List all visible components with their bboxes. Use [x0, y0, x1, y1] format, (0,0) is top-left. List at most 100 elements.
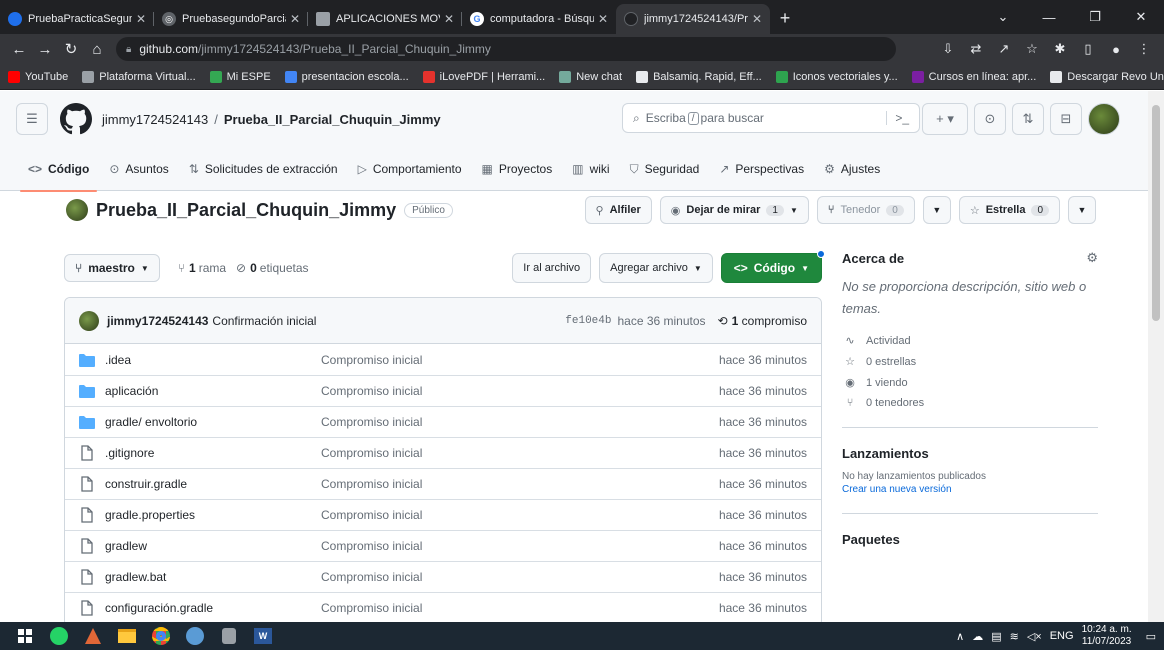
- minimize-button[interactable]: —: [1026, 10, 1072, 25]
- database-icon[interactable]: [212, 622, 246, 650]
- file-name[interactable]: gradle.properties: [105, 508, 321, 522]
- table-row[interactable]: aplicación Compromiso inicial hace 36 minu…: [65, 375, 821, 406]
- back-button[interactable]: ←: [6, 41, 32, 58]
- create-new-button[interactable]: + ▾: [922, 103, 968, 135]
- hamburger-menu-button[interactable]: ☰: [16, 103, 48, 135]
- tab-código[interactable]: <> Código: [20, 147, 98, 192]
- add-file-button[interactable]: Agregar archivo ▼: [599, 253, 713, 283]
- tab-seguridad[interactable]: ⛉ Seguridad: [622, 147, 708, 191]
- table-row[interactable]: gradlew Compromiso inicial hace 36 minutos: [65, 530, 821, 561]
- profile-avatar-icon[interactable]: ●: [1108, 42, 1124, 57]
- fork-dropdown-button[interactable]: ▼: [922, 196, 951, 224]
- branches-link[interactable]: ⑂ 1 rama: [178, 261, 226, 275]
- notifications-icon[interactable]: ▭: [1146, 630, 1156, 643]
- tags-link[interactable]: ⊘ 0 etiquetas: [236, 261, 308, 275]
- install-icon[interactable]: ⇩: [940, 41, 956, 57]
- star-bookmark-icon[interactable]: ☆: [1024, 41, 1040, 57]
- table-row[interactable]: .gitignore Compromiso inicial hace 36 minu…: [65, 437, 821, 468]
- file-commit-message[interactable]: Compromiso inicial: [321, 570, 422, 584]
- create-release-link[interactable]: Crear una nueva versión: [842, 484, 1098, 495]
- breadcrumb-repo[interactable]: Prueba_II_Parcial_Chuquin_Jimmy: [224, 112, 441, 127]
- share-icon[interactable]: ↗: [996, 41, 1012, 57]
- address-bar[interactable]: 🔒︎ github.com /jimmy1724524143/Prueba_II…: [116, 37, 896, 61]
- scrollbar-thumb[interactable]: [1152, 105, 1160, 321]
- commit-message[interactable]: Confirmación inicial: [212, 314, 316, 328]
- user-avatar[interactable]: [1088, 103, 1120, 135]
- file-name[interactable]: configuración.gradle: [105, 601, 321, 615]
- file-commit-message[interactable]: Compromiso inicial: [321, 384, 422, 398]
- matlab-icon[interactable]: [76, 622, 110, 650]
- bookmark-6[interactable]: Balsamiq. Rapid, Eff...: [636, 70, 762, 83]
- browser-tab-3[interactable]: G computadora - Búsqueda de ✕: [462, 4, 616, 34]
- commit-author-avatar[interactable]: [79, 310, 99, 331]
- close-tab-icon[interactable]: ✕: [136, 12, 146, 26]
- onedrive-icon[interactable]: ☁: [972, 630, 983, 643]
- file-name[interactable]: .idea: [105, 353, 321, 367]
- table-row[interactable]: gradlew.bat Compromiso inicial hace 36 min…: [65, 561, 821, 592]
- chevron-up-icon[interactable]: ∧: [956, 630, 964, 643]
- page-scrollbar[interactable]: [1148, 91, 1164, 622]
- table-row[interactable]: .idea Compromiso inicial hace 36 minutos: [65, 344, 821, 375]
- file-commit-message[interactable]: Compromiso inicial: [321, 601, 422, 615]
- file-name[interactable]: construir.gradle: [105, 477, 321, 491]
- pin-button[interactable]: ⚲ Alfiler: [584, 196, 652, 224]
- repo-name[interactable]: Prueba_II_Parcial_Chuquin_Jimmy: [96, 200, 396, 221]
- file-commit-message[interactable]: Compromiso inicial: [321, 477, 422, 491]
- bookmark-9[interactable]: Descargar Revo Uni...: [1050, 70, 1164, 83]
- tab-ajustes[interactable]: ⚙ Ajustes: [816, 147, 888, 191]
- bookmark-4[interactable]: iLovePDF | Herrami...: [422, 70, 545, 83]
- inbox-icon[interactable]: ⊟: [1050, 103, 1082, 135]
- volume-icon[interactable]: ◁×: [1027, 630, 1042, 643]
- file-explorer-icon[interactable]: [110, 622, 144, 650]
- sidepanel-icon[interactable]: ▯: [1080, 41, 1096, 57]
- clock[interactable]: 10:24 a. m. 11/07/2023: [1082, 624, 1132, 648]
- packages-heading[interactable]: Paquetes: [842, 532, 1098, 547]
- whatsapp-icon[interactable]: [42, 622, 76, 650]
- releases-heading[interactable]: Lanzamientos: [842, 446, 1098, 461]
- commits-link[interactable]: ⟲ 1 compromiso: [718, 314, 807, 328]
- code-button[interactable]: <> Código ▼: [720, 250, 825, 283]
- translate-icon[interactable]: ⇄: [968, 41, 984, 57]
- search-input[interactable]: ⌕ Escriba / para buscar >_: [622, 103, 920, 133]
- gear-icon[interactable]: ⚙: [1086, 250, 1098, 266]
- file-commit-message[interactable]: Compromiso inicial: [321, 415, 422, 429]
- file-commit-message[interactable]: Compromiso inicial: [321, 353, 422, 367]
- branch-selector[interactable]: ⑂ maestro ▼: [64, 254, 160, 282]
- watchers-link[interactable]: ◉ 1 viendo: [842, 376, 1098, 390]
- bookmark-1[interactable]: Plataforma Virtual...: [82, 70, 196, 83]
- unwatch-button[interactable]: ◉ Dejar de mirar 1 ▼: [659, 196, 809, 224]
- file-name[interactable]: gradlew.bat: [105, 570, 321, 584]
- bookmark-7[interactable]: Iconos vectoriales y...: [775, 70, 898, 83]
- browser-tab-4[interactable]: jimmy1724524143/Prueba_II ✕: [616, 4, 770, 34]
- file-commit-message[interactable]: Compromiso inicial: [321, 539, 422, 553]
- tab-comportamiento[interactable]: ▷ Comportamiento: [350, 147, 470, 191]
- file-name[interactable]: gradle/ envoltorio: [105, 415, 321, 429]
- close-tab-icon[interactable]: ✕: [598, 12, 608, 26]
- go-to-file-button[interactable]: Ir al archivo: [512, 253, 592, 283]
- word-icon[interactable]: W: [246, 622, 280, 650]
- menu-icon[interactable]: ⋮: [1136, 41, 1152, 57]
- bookmark-5[interactable]: New chat: [559, 70, 622, 83]
- home-button[interactable]: ⌂: [84, 41, 110, 58]
- file-name[interactable]: .gitignore: [105, 446, 321, 460]
- command-palette-icon[interactable]: >_: [886, 111, 909, 125]
- commit-author[interactable]: jimmy1724524143: [107, 314, 208, 328]
- bookmark-8[interactable]: Cursos en línea: apr...: [911, 70, 1036, 83]
- tab-search-icon[interactable]: ⌄: [980, 9, 1026, 25]
- star-button[interactable]: ☆ Estrella 0: [958, 196, 1060, 224]
- star-dropdown-button[interactable]: ▼: [1068, 196, 1096, 224]
- reload-button[interactable]: ↻: [58, 40, 84, 58]
- github-logo-icon[interactable]: [60, 103, 92, 135]
- file-commit-message[interactable]: Compromiso inicial: [321, 446, 422, 460]
- forward-button[interactable]: →: [32, 41, 58, 58]
- activity-link[interactable]: ∿ Actividad: [842, 334, 1098, 348]
- new-tab-button[interactable]: +: [770, 4, 800, 34]
- table-row[interactable]: configuración.gradle Compromiso inicial ha…: [65, 592, 821, 623]
- network-icon[interactable]: ▤: [991, 630, 1001, 643]
- file-commit-message[interactable]: Compromiso inicial: [321, 508, 422, 522]
- fork-button[interactable]: ⑂ Tenedor 0: [816, 196, 915, 224]
- app-icon[interactable]: [178, 622, 212, 650]
- tab-wiki[interactable]: ▥ wiki: [564, 147, 617, 191]
- forks-link[interactable]: ⑂ 0 tenedores: [842, 397, 1098, 409]
- maximize-button[interactable]: ❐: [1072, 9, 1118, 25]
